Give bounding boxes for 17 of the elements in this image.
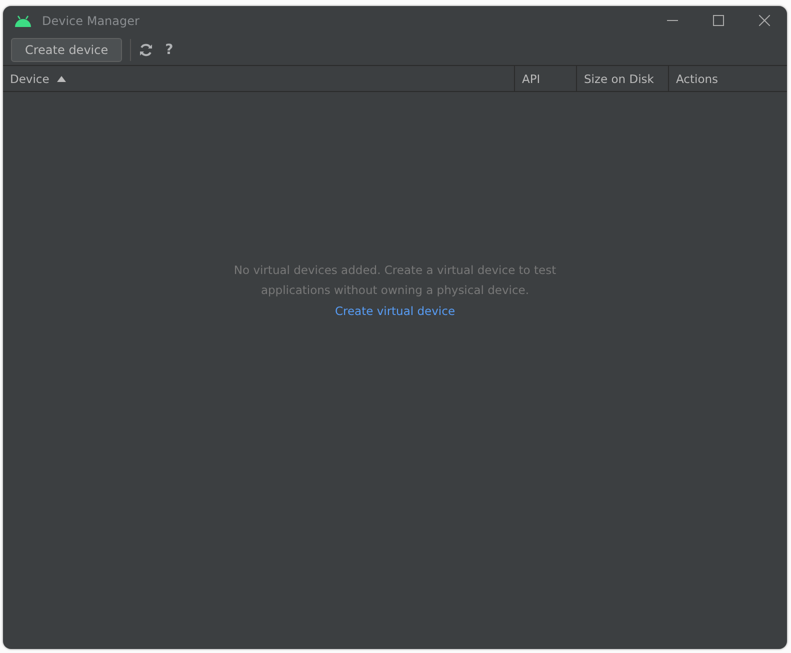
maximize-icon[interactable] bbox=[712, 15, 724, 26]
column-title: Device bbox=[10, 72, 50, 86]
column-title: API bbox=[522, 72, 540, 86]
close-icon[interactable] bbox=[758, 15, 770, 26]
column-title: Size on Disk bbox=[584, 72, 654, 86]
empty-state-message: No virtual devices added. Create a virtual device to test applications without owning a physical device. bbox=[234, 262, 556, 299]
column-header[interactable]: API bbox=[515, 66, 577, 91]
create-device-button[interactable]: Create device bbox=[11, 38, 122, 62]
column-header[interactable]: Actions bbox=[669, 66, 787, 91]
help-button[interactable]: ? bbox=[161, 42, 178, 58]
android-icon bbox=[14, 14, 32, 26]
window-title: Device Manager bbox=[42, 14, 140, 28]
refresh-icon[interactable] bbox=[139, 43, 154, 57]
column-title: Actions bbox=[676, 72, 718, 86]
create-virtual-device-link[interactable]: Create virtual device bbox=[334, 300, 456, 322]
column-header[interactable]: Size on Disk bbox=[577, 66, 669, 91]
column-header[interactable]: Device bbox=[3, 66, 515, 91]
